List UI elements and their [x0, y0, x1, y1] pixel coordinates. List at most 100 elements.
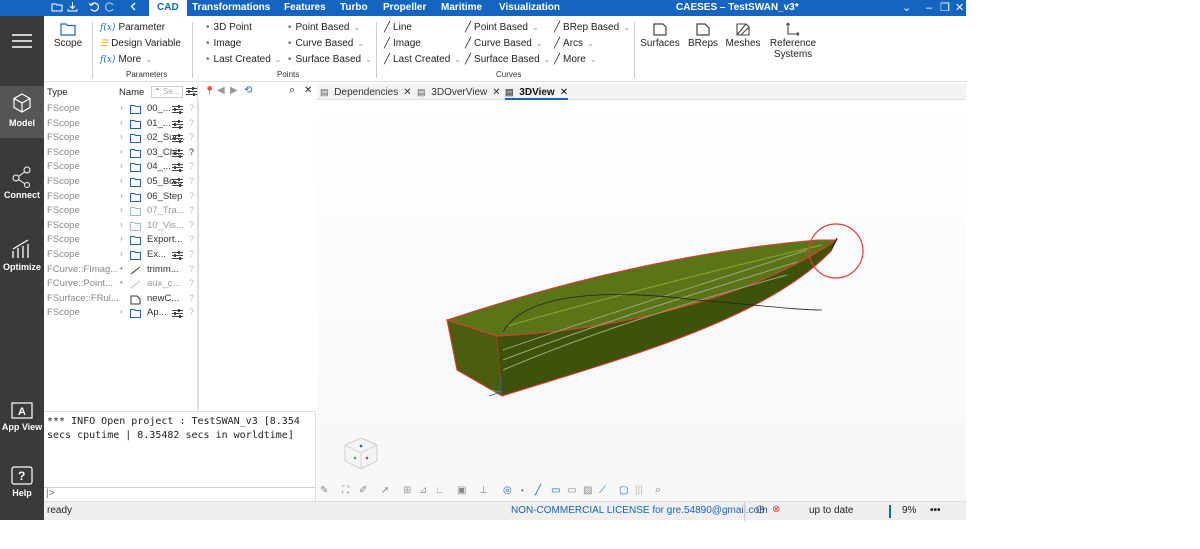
sidebar-item-help[interactable]: ? Help [0, 466, 44, 506]
save-icon[interactable] [67, 1, 78, 15]
tab-maritime[interactable]: Maritime [441, 0, 482, 16]
close-icon[interactable]: ✕ [304, 85, 312, 96]
help-question-icon[interactable]: ? [189, 118, 194, 128]
point-curve-based-button[interactable]: • Curve Based ⌄ [288, 38, 364, 49]
prev-arrow-icon[interactable]: ◀ [217, 85, 225, 96]
expand-arrow-icon[interactable]: › [120, 307, 123, 316]
arcs-button[interactable]: ╱ Arcs ⌄ [554, 38, 594, 49]
expand-arrow-icon[interactable]: › [120, 147, 123, 156]
column-type-header[interactable]: Type [47, 87, 68, 98]
brep-based-button[interactable]: ╱ BRep Based ⌄ [554, 22, 630, 33]
close-icon[interactable]: ✕ [560, 87, 568, 98]
minimize-icon[interactable]: – [926, 0, 932, 16]
tree-row[interactable]: FScope › 01_...? [44, 118, 198, 133]
sidebar-item-connect[interactable]: Connect [0, 166, 44, 206]
tree-row[interactable]: FScope › 07_Tra...? [44, 205, 198, 220]
help-question-icon[interactable]: ? [189, 132, 194, 142]
curves-more-button[interactable]: ╱ More ⌄ [554, 54, 597, 65]
section-icon[interactable]: ||| [635, 485, 643, 496]
draw-icon[interactable]: ✐ [359, 485, 367, 496]
search-icon[interactable]: ⌕ [289, 84, 295, 97]
sliders-icon[interactable] [172, 251, 183, 263]
curve-surface-based-button[interactable]: ╱ Surface Based ⌄ [465, 54, 550, 65]
zoom-icon[interactable]: ⌕ [655, 484, 661, 497]
pin-icon[interactable]: 📍 [204, 86, 215, 97]
tree-row[interactable]: FCurve::FImag... • trimm...? [44, 264, 198, 279]
undo-icon[interactable] [88, 1, 100, 15]
column-name-header[interactable]: Name [119, 87, 144, 98]
tab-transformations[interactable]: Transformations [192, 0, 270, 16]
expand-arrow-icon[interactable]: › [120, 205, 123, 214]
meshes-button[interactable]: Meshes [725, 22, 761, 49]
point-surface-based-button[interactable]: • Surface Based ⌄ [288, 54, 372, 65]
close-icon[interactable]: ✕ [492, 87, 500, 98]
surfaces-button[interactable]: Surfaces [640, 22, 680, 49]
redo-icon[interactable] [104, 1, 116, 15]
sidebar-item-app-view[interactable]: A App View [0, 402, 44, 442]
help-question-icon[interactable]: ? [189, 278, 194, 288]
draw-line-icon[interactable]: ⟋ [599, 485, 606, 496]
help-question-icon[interactable]: ? [189, 264, 194, 274]
chevron-down-icon[interactable]: ⌄ [902, 0, 911, 16]
tree-row[interactable]: FScope › 00_...? [44, 103, 198, 118]
tree-row[interactable]: FScope › Export...? [44, 234, 198, 249]
curve-image-button[interactable]: ╱ Image [384, 38, 421, 49]
expand-arrow-icon[interactable]: › [120, 132, 123, 141]
expand-arrow-icon[interactable]: › [120, 118, 123, 127]
open-folder-icon[interactable] [51, 1, 63, 15]
edit-icon[interactable]: ✎ [320, 485, 328, 496]
sidebar-item-model[interactable]: Model [0, 86, 44, 138]
tree-row[interactable]: FScope › 04_...? [44, 161, 198, 176]
help-question-icon[interactable]: ? [189, 103, 194, 113]
close-icon[interactable]: ✕ [955, 0, 964, 16]
mesh-icon[interactable]: ▨ [583, 485, 592, 496]
tab-visualization[interactable]: Visualization [499, 0, 560, 16]
curve-curve-based-button[interactable]: ╱ Curve Based ⌄ [465, 38, 543, 49]
expand-arrow-icon[interactable]: › [120, 176, 123, 185]
help-question-icon[interactable]: ? [189, 249, 194, 259]
tree-row[interactable]: FCurve::Point... • aux_c...? [44, 278, 198, 293]
tree-row[interactable]: FScope › Ap...? [44, 307, 198, 322]
ruler-icon[interactable]: ⊥ [479, 485, 488, 496]
tree-row[interactable]: FScope › Ex...? [44, 249, 198, 264]
help-question-icon[interactable]: ? [189, 147, 194, 157]
more-icon[interactable]: ••• [930, 505, 941, 516]
help-question-icon[interactable]: ? [189, 234, 194, 244]
sliders-icon[interactable] [172, 148, 183, 161]
sliders-icon[interactable] [172, 309, 183, 321]
hamburger-menu-icon[interactable] [0, 30, 44, 52]
select-arrow-icon[interactable]: ➚ [381, 485, 389, 496]
stop-icon[interactable]: ⊗ [772, 504, 780, 515]
sliders-icon[interactable] [172, 105, 183, 117]
sliders-icon[interactable] [172, 178, 183, 190]
tree-row[interactable]: FSurface::FRul... newC...? [44, 293, 198, 308]
point-based-button[interactable]: • Point Based ⌄ [288, 22, 360, 33]
tab-turbo[interactable]: Turbo [340, 0, 368, 16]
tab-propeller[interactable]: Propeller [383, 0, 426, 16]
dot-icon[interactable]: • [521, 486, 524, 495]
brep-icon[interactable]: ▭ [567, 485, 576, 496]
tree-row[interactable]: FScope › 06_Step? [44, 191, 198, 206]
tab-3dview[interactable]: ▤ 3DView ✕ [505, 84, 569, 100]
help-question-icon[interactable]: ? [189, 220, 194, 230]
tree-row[interactable]: FScope › 02_Sur...? [44, 132, 198, 147]
help-question-icon[interactable]: ? [189, 307, 194, 317]
scope-button[interactable]: Scope [52, 22, 84, 49]
back-arrow-icon[interactable] [129, 1, 137, 15]
tab-cad[interactable]: CAD [149, 0, 187, 16]
parameter-button[interactable]: f(x) Parameter [100, 22, 165, 33]
sliders-icon[interactable] [172, 119, 183, 132]
visibility-icon[interactable]: ◎ [503, 485, 512, 496]
camera-icon[interactable]: ▣ [457, 485, 466, 496]
line-button[interactable]: ╱ Line [384, 22, 412, 33]
measure-icon[interactable]: ⊿ [419, 485, 427, 496]
grid-icon[interactable]: ⊞ [403, 485, 411, 496]
help-question-icon[interactable]: ? [189, 161, 194, 171]
tab-dependencies[interactable]: ▤ Dependencies ✕ [320, 84, 412, 100]
restore-icon[interactable]: ❐ [940, 0, 950, 16]
hull-model[interactable] [317, 100, 966, 484]
line-icon[interactable]: ╱ [535, 485, 541, 496]
tab-features[interactable]: Features [284, 0, 326, 16]
view-cube[interactable] [344, 437, 378, 470]
expand-arrow-icon[interactable]: › [120, 191, 123, 200]
